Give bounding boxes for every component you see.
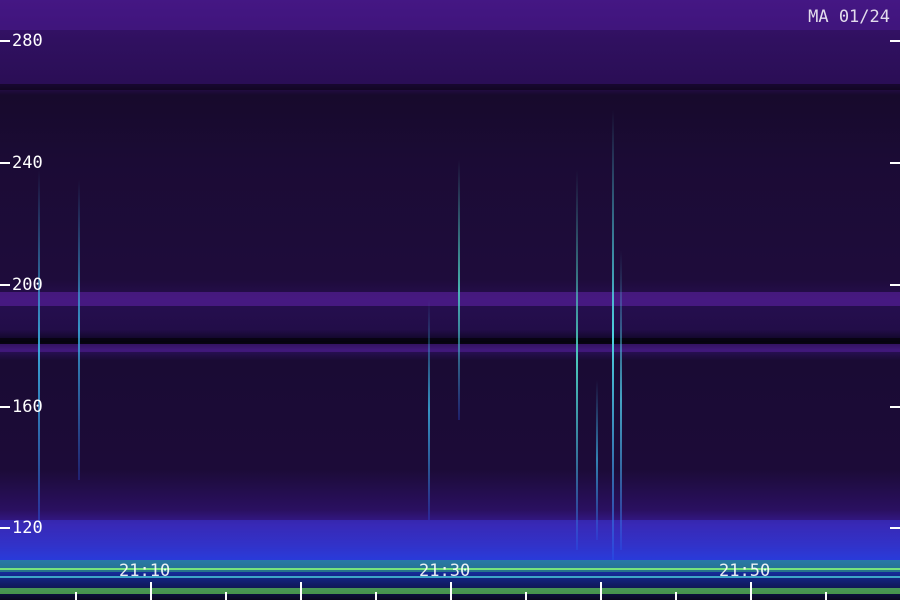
y-tick-left	[0, 284, 10, 286]
x-tick-major	[150, 582, 152, 600]
x-tick-minor	[825, 592, 827, 600]
x-tick-label: 21:10	[119, 561, 171, 581]
y-tick-left	[0, 162, 10, 164]
x-tick-major	[300, 582, 302, 600]
band-purple-195	[0, 292, 900, 306]
y-tick-left	[0, 406, 10, 408]
y-tick-label: 200	[12, 275, 43, 295]
band-dark-85	[0, 84, 900, 90]
y-tick-right	[890, 406, 900, 408]
x-tick-minor	[375, 592, 377, 600]
y-tick-label: 280	[12, 31, 43, 51]
spectrogram-panel: MA 01/24 280 240 200 160 120 21:10 21:30…	[0, 0, 900, 600]
streak	[612, 110, 614, 560]
y-tick-left	[0, 527, 10, 529]
streak	[428, 300, 430, 520]
x-tick-major	[450, 582, 452, 600]
y-tick-right	[890, 284, 900, 286]
streak	[576, 170, 578, 550]
band-blue-low	[0, 520, 900, 560]
x-tick-label: 21:50	[719, 561, 771, 581]
y-tick-label: 120	[12, 518, 43, 538]
streak	[38, 170, 40, 530]
y-tick-label: 160	[12, 397, 43, 417]
streak	[78, 180, 80, 480]
x-tick-minor	[225, 592, 227, 600]
x-tick-minor	[525, 592, 527, 600]
y-tick-right	[890, 527, 900, 529]
y-tick-right	[890, 40, 900, 42]
band-purple-180	[0, 344, 900, 352]
y-tick-right	[890, 162, 900, 164]
y-tick-left	[0, 40, 10, 42]
x-tick-label: 21:30	[419, 561, 471, 581]
x-tick-major	[750, 582, 752, 600]
streak	[596, 380, 598, 540]
x-tick-major	[600, 582, 602, 600]
station-label: MA 01/24	[808, 7, 890, 27]
band-top	[0, 0, 900, 30]
x-tick-minor	[75, 592, 77, 600]
streak	[620, 250, 622, 550]
x-tick-minor	[675, 592, 677, 600]
y-tick-label: 240	[12, 153, 43, 173]
streak	[458, 160, 460, 420]
